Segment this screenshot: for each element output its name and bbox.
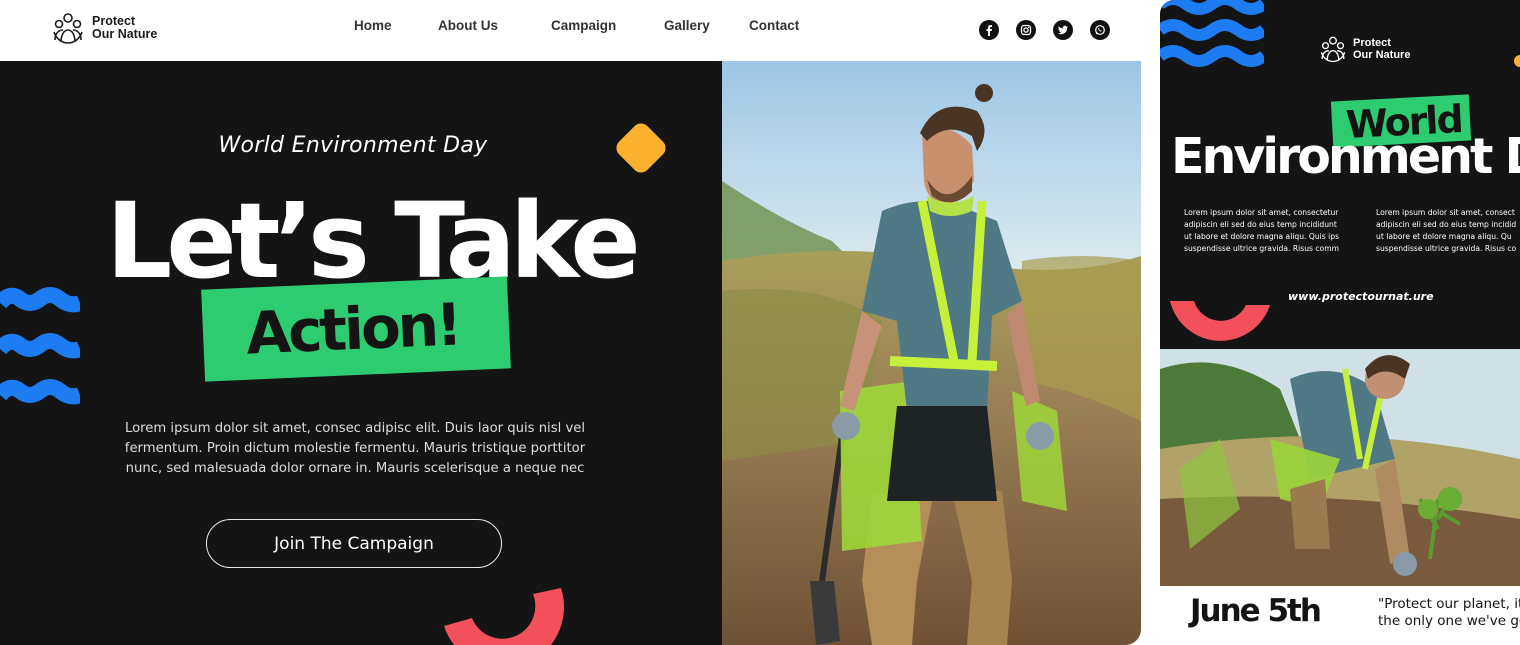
coral-arc-decoration — [444, 588, 564, 645]
hero-body-line: fermentum. Proin dictum molestie ferment… — [124, 441, 586, 456]
navbar: Protect Our Nature Home About Us Campaig… — [0, 0, 1141, 61]
nav-contact[interactable]: Contact — [749, 18, 799, 33]
social-links — [979, 20, 1110, 40]
hero-highlight: Action! — [244, 290, 461, 368]
poster-text-line: ut labore et dolore magna aliqu. Quis ip… — [1184, 232, 1340, 241]
poster-quote-line: "Protect our planet, it — [1378, 596, 1520, 612]
volunteer-photo — [722, 61, 1141, 645]
poster-quote: "Protect our planet, it the only one we'… — [1378, 596, 1520, 630]
facebook-icon[interactable] — [979, 20, 999, 40]
poster-text-line: ut labore et dolore magna aliqu. Qu — [1376, 232, 1512, 241]
poster-planting-photo — [1160, 349, 1520, 586]
poster-text-column-2: Lorem ipsum dolor sit amet, consect adip… — [1376, 207, 1520, 255]
hero-headline: Let’s Take — [106, 180, 641, 302]
poster-text-line: adipiscin eli sed do eius temp incidid — [1376, 220, 1517, 229]
nav-about-us[interactable]: About Us — [438, 18, 498, 33]
poster-text-line: Lorem ipsum dolor sit amet, consectetur — [1184, 208, 1339, 217]
instagram-icon[interactable] — [1016, 20, 1036, 40]
blue-wave-decoration — [0, 287, 80, 405]
hero-body-text: Lorem ipsum dolor sit amet, consec adipi… — [110, 419, 600, 479]
poster-text-line: suspendisse ultrice gravida. Risus comm — [1184, 244, 1339, 253]
poster-brand-line-2: Our Nature — [1353, 49, 1411, 61]
poster-brand-logo: Protect Our Nature — [1318, 34, 1410, 64]
poster-text-line: adipiscin eli sed do eius temp incididun… — [1184, 220, 1337, 229]
landing-page-card: Protect Our Nature Home About Us Campaig… — [0, 0, 1141, 645]
poster-event-date: June 5th — [1190, 593, 1322, 629]
nav-gallery[interactable]: Gallery — [664, 18, 710, 33]
poster-card: Protect Our Nature World Environment Da … — [1160, 0, 1520, 645]
twitter-icon[interactable] — [1053, 20, 1073, 40]
poster-environment-text: Environment Da — [1171, 128, 1520, 185]
nav-home[interactable]: Home — [354, 18, 392, 33]
poster-website-url: www.protectournat.ure — [1288, 290, 1434, 303]
hero-section: World Environment Day Let’s Take Action!… — [0, 61, 722, 645]
poster-text-line: Lorem ipsum dolor sit amet, consect — [1376, 208, 1515, 217]
poster-header: Protect Our Nature World Environment Da … — [1160, 0, 1520, 349]
whatsapp-icon[interactable] — [1090, 20, 1110, 40]
nav-campaign[interactable]: Campaign — [551, 18, 616, 33]
join-campaign-button[interactable]: Join The Campaign — [206, 519, 502, 568]
main-nav: Home About Us Campaign Gallery Contact — [0, 18, 1141, 38]
blue-wave-decoration — [1160, 0, 1264, 67]
poster-brand-line-1: Protect — [1353, 37, 1391, 49]
poster-quote-line: the only one we've go — [1378, 613, 1520, 629]
orange-diamond-decoration — [1514, 55, 1520, 67]
poster-text-column-1: Lorem ipsum dolor sit amet, consectetur … — [1184, 207, 1356, 255]
people-circle-logo-icon — [1320, 36, 1346, 63]
hero-body-line: Lorem ipsum dolor sit amet, consec adipi… — [124, 421, 586, 436]
hero-kicker: World Environment Day — [218, 133, 488, 158]
poster-text-line: suspendisse ultrice gravida. Risus co — [1376, 244, 1517, 253]
hero-body-line: nunc, sed malesuada dolor ornare in. Mau… — [125, 461, 585, 476]
